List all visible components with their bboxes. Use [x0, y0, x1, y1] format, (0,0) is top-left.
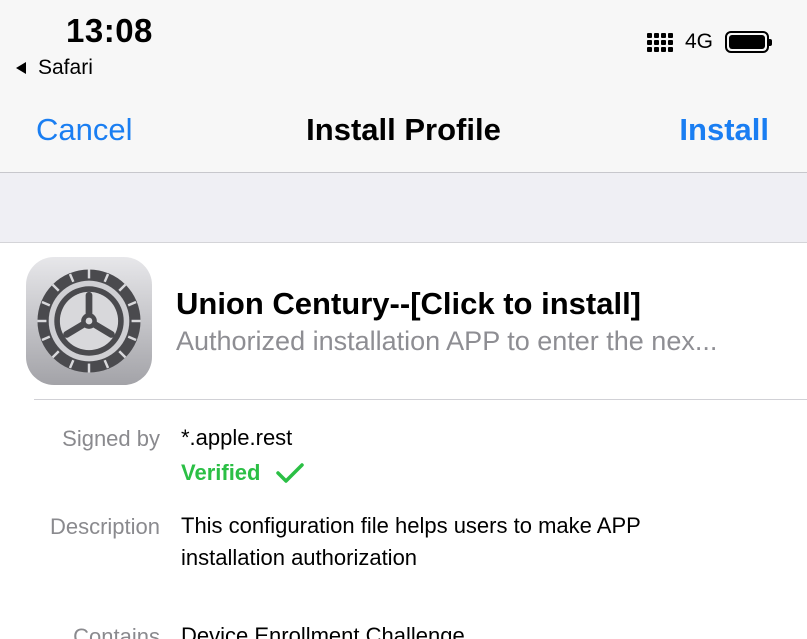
network-type: 4G	[684, 30, 713, 53]
contains-value: Device Enrollment Challenge	[181, 623, 465, 639]
install-profile-screen: 13:08 Safari 4G Install Profile Cancel I…	[0, 0, 807, 639]
status-time: 13:08	[66, 12, 153, 49]
contains-label: Contains	[73, 624, 160, 639]
signed-by-value: *.apple.rest	[181, 425, 293, 450]
verified-label: Verified	[181, 460, 261, 485]
signal-icon	[646, 32, 673, 52]
profile-name: Union Century--[Click to install]	[176, 286, 641, 321]
signed-by-label: Signed by	[62, 426, 160, 451]
section-divider	[0, 242, 807, 243]
description-label: Description	[49, 514, 160, 539]
checkmark-icon	[276, 463, 305, 483]
battery-icon	[725, 31, 772, 53]
section-spacer	[0, 173, 807, 242]
verified-status: Verified	[181, 460, 305, 486]
back-app-label: Safari	[38, 56, 93, 79]
top-bar: 13:08 Safari 4G Install Profile Cancel I…	[0, 0, 807, 172]
header-divider	[34, 399, 807, 400]
status-indicators: 4G	[646, 30, 772, 54]
settings-gear-icon	[26, 257, 152, 385]
cancel-button[interactable]: Cancel	[36, 112, 133, 148]
profile-subtitle: Authorized installation APP to enter the…	[176, 326, 718, 356]
install-button[interactable]: Install	[679, 112, 769, 148]
back-arrow-icon	[16, 62, 26, 74]
description-value: This configuration file helps users to m…	[181, 513, 641, 570]
back-to-safari-link[interactable]: Safari	[16, 56, 93, 80]
